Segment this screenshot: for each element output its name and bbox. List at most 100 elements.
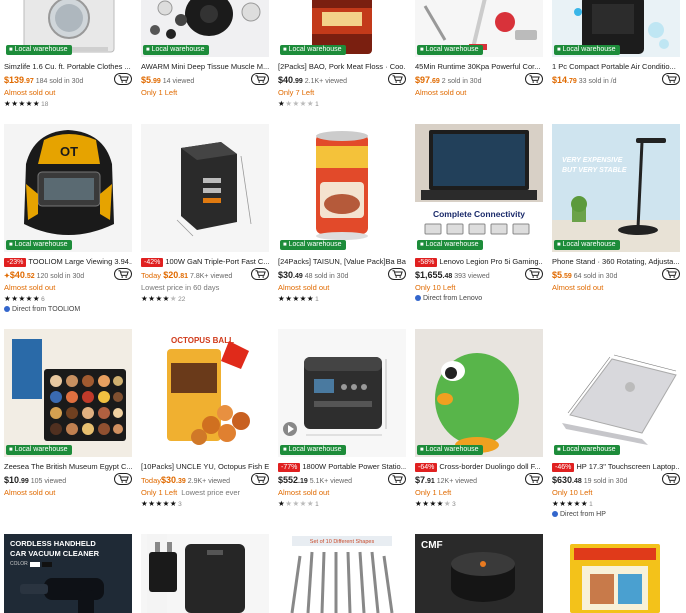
product-title[interactable]: [10Packs] UNCLE YU, Octopus Fish E... — [141, 461, 269, 472]
discount-badge: -23% — [4, 258, 27, 267]
product-card[interactable]: CMF — [415, 534, 543, 613]
product-title[interactable]: -42% 100W GaN Triple-Port Fast C... — [141, 256, 269, 267]
product-card[interactable]: ■ Local warehouse AWARM Mini Deep Tissue … — [141, 0, 269, 112]
local-warehouse-badge: ■ Local warehouse — [6, 240, 72, 250]
product-title[interactable]: 1 Pc Compact Portable Air Conditio... — [552, 61, 680, 72]
product-image[interactable]: VERY EXPENSIVE BUT VERY STABLE ■ Local wa… — [552, 124, 680, 252]
star-rating: ★★★★★1 — [278, 294, 319, 303]
verified-icon — [415, 294, 421, 301]
product-card[interactable]: ■ Local warehouse -64% Cross-border Duolin… — [415, 329, 543, 524]
product-image[interactable]: ■ Local warehouse — [552, 329, 680, 457]
truck-icon: ■ — [283, 447, 287, 453]
product-card[interactable] — [141, 534, 269, 613]
product-image[interactable]: OT ■ Local warehouse — [4, 124, 132, 252]
product-title[interactable]: -46% HP 17.3" Touchscreen Laptop... — [552, 461, 680, 472]
product-card[interactable]: ■ Local warehouse -77% 1800W Portable Powe… — [278, 329, 406, 524]
product-image[interactable]: ■ Local warehouse — [415, 329, 543, 457]
truck-icon: ■ — [9, 47, 13, 53]
product-card[interactable]: OCTOPUS BALL [10Packs] UNCLE YU, Octopus… — [141, 329, 269, 524]
product-card[interactable] — [552, 534, 680, 613]
sold-count: 120 sold in 30d — [36, 273, 85, 280]
stock-status: Almost sold out — [415, 88, 467, 97]
product-image[interactable]: CMF — [415, 534, 543, 613]
direct-seller[interactable]: Direct from TOOLIOM — [4, 305, 80, 315]
add-to-cart-button[interactable] — [525, 73, 543, 85]
product-image[interactable]: ■ Local warehouse — [141, 0, 269, 57]
product-image[interactable] — [141, 534, 269, 613]
product-card[interactable]: ■ Local warehouse [2Packs] BAO, Pork Meat… — [278, 0, 406, 112]
product-image[interactable]: Set of 10 Different Shapes — [278, 534, 406, 613]
product-image[interactable]: ■ Local warehouse — [278, 0, 406, 57]
stock-status: Only 1 Left Lowest price ever — [141, 488, 241, 497]
product-image[interactable]: CORDLESS HANDHELD CAR VACUUM CLEANER COL… — [4, 534, 132, 613]
cart-icon — [255, 475, 266, 483]
add-to-cart-button[interactable] — [388, 268, 406, 280]
product-card[interactable]: ■ Local warehouse [24Packs] TAISUN, [Valu… — [278, 124, 406, 319]
add-to-cart-button[interactable] — [525, 268, 543, 280]
discount-badge: -46% — [552, 463, 575, 472]
local-warehouse-badge: ■ Local warehouse — [554, 445, 620, 455]
product-card[interactable]: ■ Local warehouse -46% HP 17.3" Touchscree… — [552, 329, 680, 524]
product-title[interactable]: -23% TOOLIOM Large Viewing 3.94... — [4, 256, 132, 267]
add-to-cart-button[interactable] — [114, 268, 132, 280]
product-image[interactable]: ■ Local warehouse — [278, 124, 406, 252]
product-title[interactable]: 45Min Runtime 30Kpa Powerful Cor... — [415, 61, 543, 72]
product-card[interactable]: -42% 100W GaN Triple-Port Fast C... Today… — [141, 124, 269, 319]
product-image[interactable]: OCTOPUS BALL — [141, 329, 269, 457]
product-title[interactable]: Simzlife 1.6 Cu. ft. Portable Clothes ..… — [4, 61, 132, 72]
price-row: $14.79 33 sold in /d — [552, 74, 680, 86]
discount-badge: -42% — [141, 258, 164, 267]
product-card[interactable]: Set of 10 Different Shapes — [278, 534, 406, 613]
product-image[interactable]: ■ Local warehouse — [415, 0, 543, 57]
add-to-cart-button[interactable] — [662, 73, 680, 85]
add-to-cart-button[interactable] — [662, 473, 680, 485]
add-to-cart-button[interactable] — [388, 473, 406, 485]
stand-caption-1: VERY EXPENSIVE — [562, 157, 623, 164]
product-card[interactable]: ■ Local warehouse Zeesea The British Muse… — [4, 329, 132, 524]
product-image[interactable]: ■ Local warehouse — [4, 0, 132, 57]
vacuum-caption-1: CORDLESS HANDHELD — [10, 539, 96, 548]
stock-status: Almost sold out — [4, 88, 56, 97]
product-title[interactable]: AWARM Mini Deep Tissue Muscle M... — [141, 61, 269, 72]
product-image[interactable]: ■ Local warehouse — [552, 0, 680, 57]
stock-status: Only 10 Left — [552, 488, 593, 497]
truck-icon: ■ — [9, 242, 13, 248]
product-title[interactable]: -58% Lenovo Legion Pro 5i Gaming... — [415, 256, 543, 267]
add-to-cart-button[interactable] — [251, 73, 269, 85]
product-image[interactable]: ■ Local warehouse — [4, 329, 132, 457]
product-image[interactable] — [141, 124, 269, 252]
add-to-cart-button[interactable] — [114, 473, 132, 485]
add-to-cart-button[interactable] — [662, 268, 680, 280]
stock-status: Almost sold out — [4, 488, 56, 497]
product-title[interactable]: [2Packs] BAO, Pork Meat Floss · Coo... — [278, 61, 406, 72]
product-card[interactable]: CORDLESS HANDHELD CAR VACUUM CLEANER COL… — [4, 534, 132, 613]
product-card[interactable]: ■ Local warehouse 1 Pc Compact Portable A… — [552, 0, 680, 112]
viewed-count: 5.1K+ viewed — [309, 478, 352, 485]
price-row: Today$30.39 2.9K+ viewed — [141, 474, 269, 486]
product-card[interactable]: Complete Connectivity ■ Local warehouse -… — [415, 124, 543, 319]
product-card[interactable]: OT ■ Local warehouse -23% TOOLIOM Large Vi… — [4, 124, 132, 319]
direct-seller[interactable]: Direct from Lenovo — [415, 294, 482, 304]
product-title[interactable]: Phone Stand · 360 Rotating, Adjusta... — [552, 256, 680, 267]
add-to-cart-button[interactable] — [251, 268, 269, 280]
product-title[interactable]: -77% 1800W Portable Power Statio... — [278, 461, 406, 472]
price: $1,655.48 — [415, 270, 453, 280]
product-card[interactable]: ■ Local warehouse Simzlife 1.6 Cu. ft. Po… — [4, 0, 132, 112]
product-title[interactable]: Zeesea The British Museum Egypt C... — [4, 461, 132, 472]
add-to-cart-button[interactable] — [114, 73, 132, 85]
product-card[interactable]: VERY EXPENSIVE BUT VERY STABLE ■ Local wa… — [552, 124, 680, 319]
add-to-cart-button[interactable] — [251, 473, 269, 485]
add-to-cart-button[interactable] — [388, 73, 406, 85]
product-image[interactable] — [552, 534, 680, 613]
product-image[interactable]: ■ Local warehouse — [278, 329, 406, 457]
add-to-cart-button[interactable] — [525, 473, 543, 485]
product-image[interactable]: Complete Connectivity ■ Local warehouse — [415, 124, 543, 252]
truck-icon: ■ — [557, 242, 561, 248]
viewed-count: 2.1K+ viewed — [304, 78, 347, 85]
product-title[interactable]: [24Packs] TAISUN, [Value Pack]Ba Ba... — [278, 256, 406, 267]
product-title[interactable]: -64% Cross-border Duolingo doll F... — [415, 461, 543, 472]
direct-seller[interactable]: Direct from HP — [552, 510, 606, 520]
product-card[interactable]: ■ Local warehouse 45Min Runtime 30Kpa Pow… — [415, 0, 543, 112]
cart-icon — [529, 75, 540, 83]
price-row: $552.19 5.1K+ viewed — [278, 474, 406, 486]
